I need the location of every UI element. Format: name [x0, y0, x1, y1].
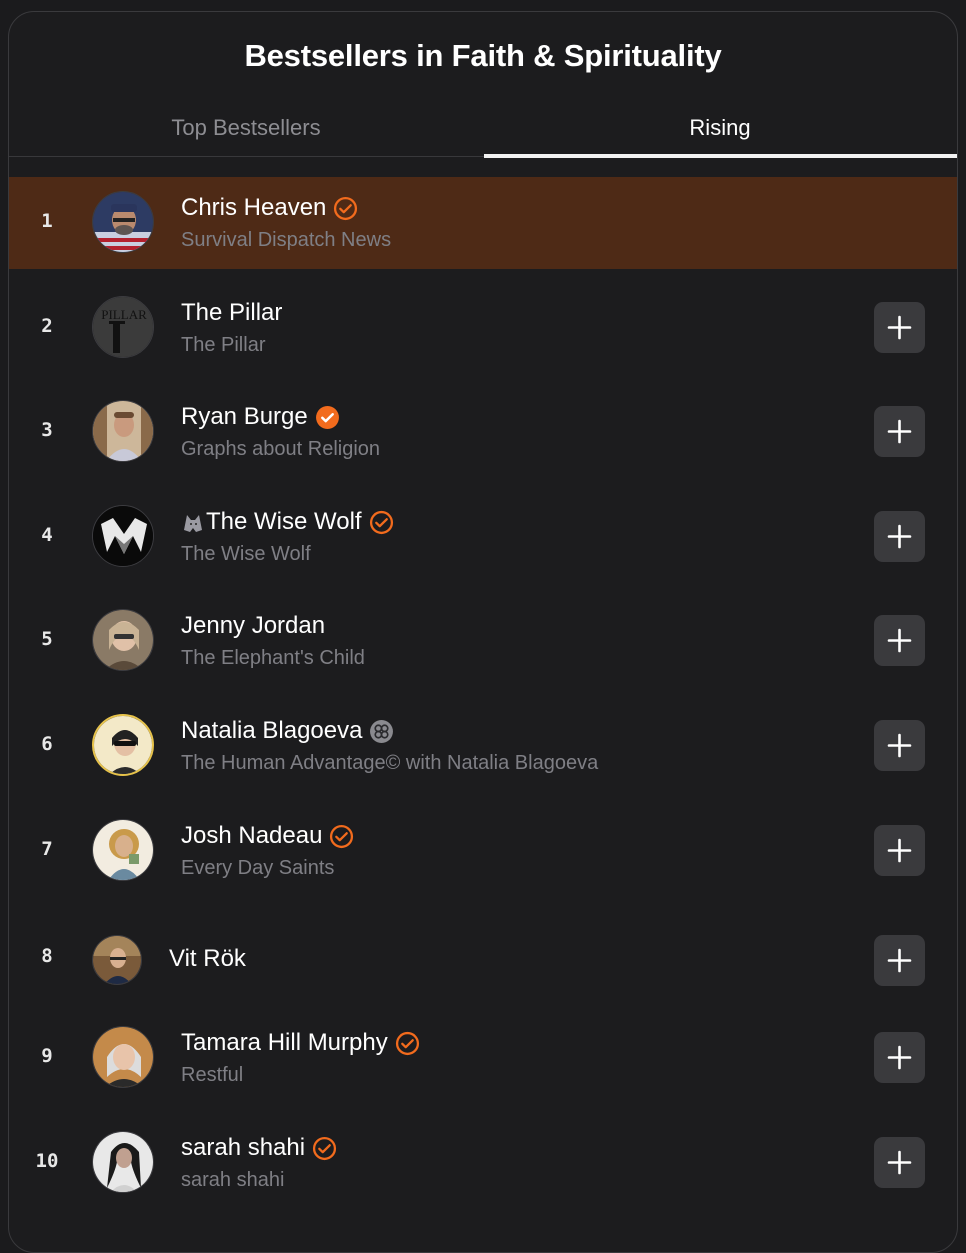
plus-icon — [887, 315, 912, 340]
subscribe-add-button[interactable] — [874, 1137, 925, 1188]
list-item[interactable]: 2 PILLAR The Pillar The Pillar — [9, 282, 957, 374]
author-name: Natalia Blagoeva — [181, 717, 363, 744]
publication-name: The Pillar — [181, 334, 266, 356]
rank-number: 4 — [41, 524, 53, 546]
rank-number: 5 — [41, 628, 53, 650]
subscribe-add-button[interactable] — [874, 720, 925, 771]
list-item[interactable]: 10 sarah shahi sarah shahi — [9, 1117, 957, 1209]
verified-outline-icon — [334, 196, 358, 220]
subscribe-add-button[interactable] — [874, 615, 925, 666]
avatar[interactable] — [92, 400, 154, 462]
publication-name: sarah shahi — [181, 1169, 285, 1191]
rank-number: 9 — [41, 1045, 53, 1067]
list-item[interactable]: 8 Vit Rök — [9, 909, 957, 1001]
publication-name: Every Day Saints — [181, 857, 335, 879]
plus-icon — [887, 1150, 912, 1175]
tab-rising[interactable]: Rising — [483, 112, 957, 156]
avatar[interactable] — [92, 1131, 154, 1193]
verified-outline-icon — [313, 1136, 337, 1160]
plus-icon — [887, 948, 912, 973]
list-item[interactable]: 5 Jenny Jordan The Elephant's Child — [9, 595, 957, 687]
subscribe-add-button[interactable] — [874, 935, 925, 986]
author-name: The Wise Wolf — [206, 508, 362, 535]
subscribe-add-button[interactable] — [874, 406, 925, 457]
avatar[interactable] — [92, 714, 154, 776]
subscribe-add-button[interactable] — [874, 825, 925, 876]
avatar[interactable] — [92, 609, 154, 671]
tab-bar: Top Bestsellers Rising — [9, 112, 957, 157]
plus-icon — [887, 524, 912, 549]
plus-icon — [887, 1045, 912, 1070]
author-name: sarah shahi — [181, 1134, 306, 1161]
svg-text:PILLAR: PILLAR — [101, 307, 147, 322]
subscribe-add-button[interactable] — [874, 511, 925, 562]
list-item[interactable]: 1 Chris Heaven Survival Dispatch News — [9, 177, 957, 269]
avatar[interactable] — [92, 1026, 154, 1088]
publication-name: The Wise Wolf — [181, 543, 311, 565]
bestsellers-panel: Bestsellers in Faith & Spirituality Top … — [8, 11, 958, 1253]
verified-outline-icon — [395, 1031, 419, 1055]
clover-badge-icon — [370, 719, 394, 743]
plus-icon — [887, 733, 912, 758]
author-name: Chris Heaven — [181, 194, 327, 221]
publication-name: The Elephant's Child — [181, 647, 365, 669]
verified-filled-icon — [315, 405, 339, 429]
avatar[interactable]: PILLAR — [92, 296, 154, 358]
author-name: Ryan Burge — [181, 403, 308, 430]
active-tab-indicator — [484, 154, 957, 158]
publication-name: Graphs about Religion — [181, 438, 381, 460]
avatar[interactable] — [92, 505, 154, 567]
publication-name: The Human Advantage© with Natalia Blagoe… — [181, 752, 599, 774]
author-name: Vit Rök — [169, 945, 246, 972]
avatar[interactable] — [92, 191, 154, 253]
rank-number: 3 — [41, 419, 53, 441]
list-item[interactable]: 4 The Wise Wolf The Wise Wolf — [9, 491, 957, 583]
subscribe-add-button[interactable] — [874, 1032, 925, 1083]
rank-number: 1 — [41, 210, 53, 232]
rank-number: 2 — [41, 315, 53, 337]
list-item[interactable]: 3 Ryan Burge Graphs about Religion — [9, 386, 957, 478]
rank-number: 7 — [41, 838, 53, 860]
rank-number: 6 — [41, 733, 53, 755]
plus-icon — [887, 838, 912, 863]
avatar[interactable] — [92, 935, 142, 985]
tab-top-bestsellers[interactable]: Top Bestsellers — [9, 112, 483, 156]
author-name: The Pillar — [181, 299, 283, 326]
page-title: Bestsellers in Faith & Spirituality — [244, 38, 722, 73]
subscribe-add-button[interactable] — [874, 302, 925, 353]
author-name: Josh Nadeau — [181, 822, 323, 849]
list-item[interactable]: 6 Natalia Blagoeva The Human Advantage© … — [9, 700, 957, 792]
wolf-emoji-icon — [184, 515, 202, 532]
plus-icon — [887, 419, 912, 444]
author-name: Jenny Jordan — [181, 612, 326, 639]
verified-outline-icon — [330, 824, 354, 848]
plus-icon — [887, 628, 912, 653]
list-item[interactable]: 7 Josh Nadeau Every Day Saints — [9, 805, 957, 897]
rank-number: 8 — [41, 945, 53, 967]
list-item[interactable]: 9 Tamara Hill Murphy Restful — [9, 1012, 957, 1104]
rank-number: 10 — [35, 1150, 59, 1172]
author-name: Tamara Hill Murphy — [181, 1029, 388, 1056]
avatar[interactable] — [92, 819, 154, 881]
publication-name: Restful — [181, 1064, 244, 1086]
publication-name: Survival Dispatch News — [181, 229, 392, 251]
verified-outline-icon — [369, 510, 393, 534]
